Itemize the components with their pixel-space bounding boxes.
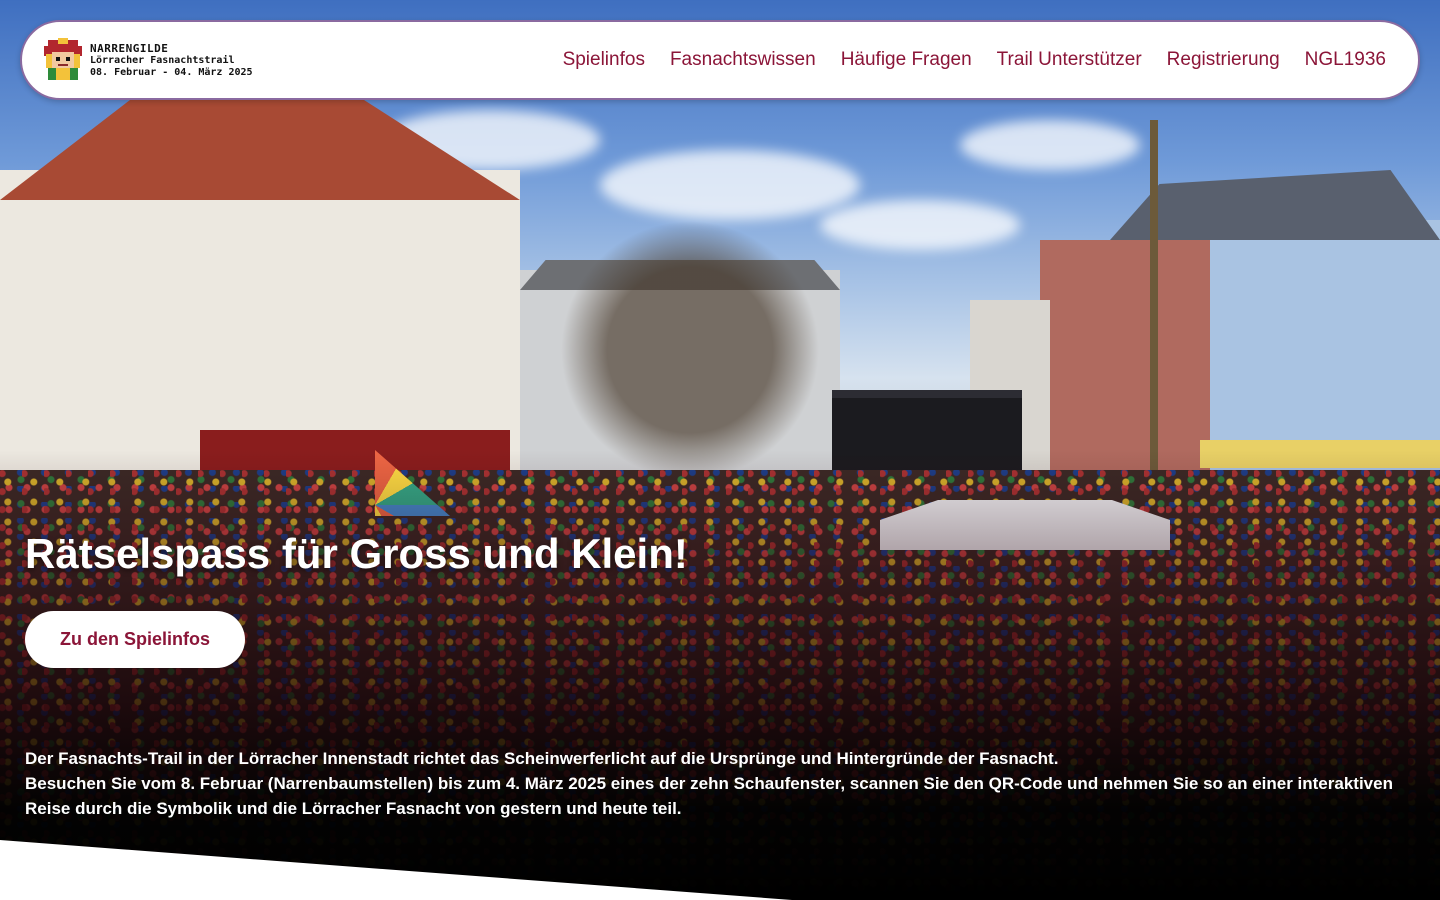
- nav-fasnachtswissen[interactable]: Fasnachtswissen: [670, 49, 816, 70]
- jester-mascot-icon: [42, 38, 84, 82]
- navbar: NARRENGILDE Lörracher Fasnachtstrail 08.…: [20, 20, 1420, 100]
- brand-title: NARRENGILDE: [90, 41, 169, 55]
- nav-trail-unterstuetzer[interactable]: Trail Unterstützer: [997, 49, 1142, 70]
- nav-spielinfos[interactable]: Spielinfos: [563, 49, 645, 70]
- intro-line-2: Besuchen Sie vom 8. Februar (Narrenbaums…: [25, 774, 1393, 818]
- nav-registrierung[interactable]: Registrierung: [1167, 49, 1280, 70]
- main-navigation: Spielinfos Fasnachtswissen Häufige Frage…: [563, 49, 1386, 71]
- nav-haeufige-fragen[interactable]: Häufige Fragen: [841, 49, 972, 70]
- brand-home-link[interactable]: NARRENGILDE Lörracher Fasnachtstrail 08.…: [42, 38, 253, 82]
- brand-dates: 08. Februar - 04. März 2025: [90, 66, 253, 78]
- nav-ngl1936[interactable]: NGL1936: [1305, 49, 1386, 70]
- hero-intro-text: Der Fasnachts-Trail in der Lörracher Inn…: [25, 746, 1415, 821]
- spielinfos-cta-button[interactable]: Zu den Spielinfos: [25, 611, 245, 668]
- brand-subtitle: Lörracher Fasnachtstrail: [90, 54, 235, 66]
- intro-line-1: Der Fasnachts-Trail in der Lörracher Inn…: [25, 749, 1059, 768]
- hero-headline: Rätselspass für Gross und Klein!: [25, 530, 688, 577]
